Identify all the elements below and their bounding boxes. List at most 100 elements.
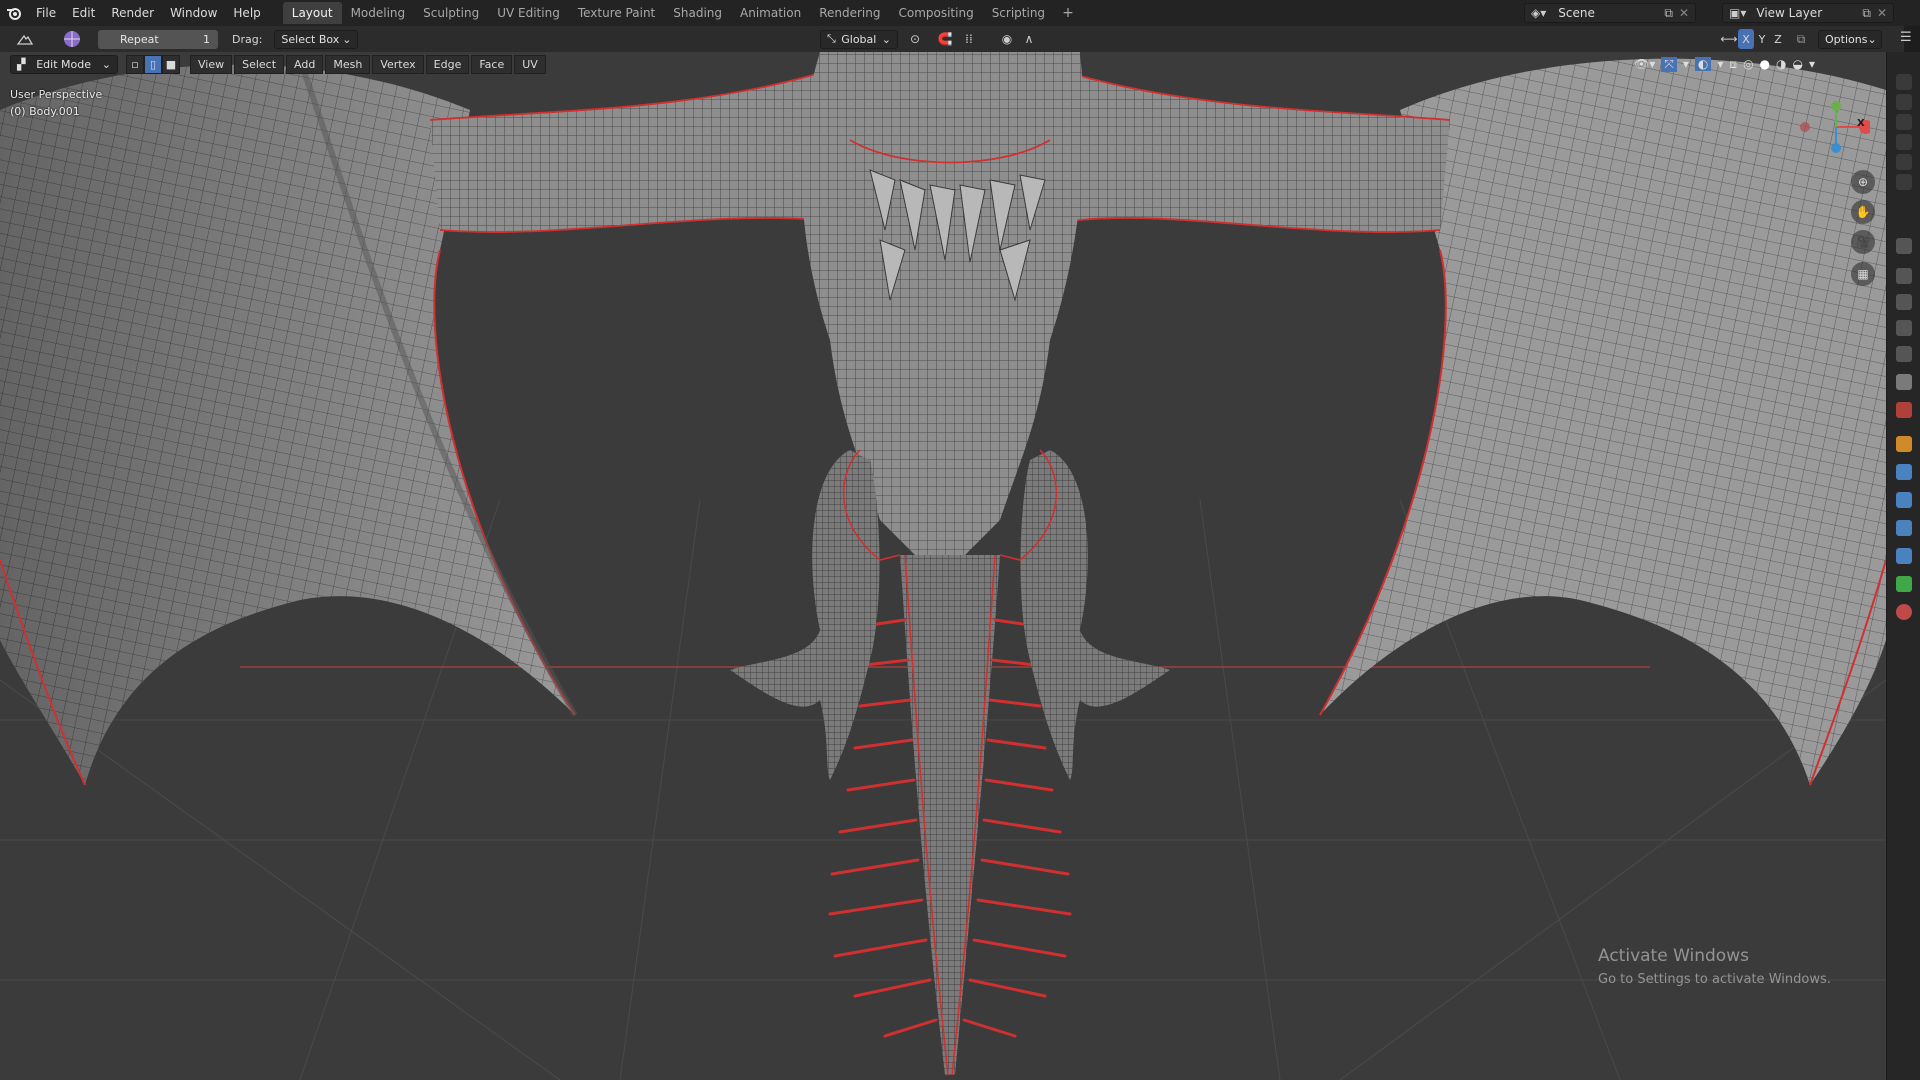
outliner-item-icon[interactable] bbox=[1896, 154, 1912, 170]
orientation-value: Global bbox=[841, 32, 877, 46]
tab-compositing[interactable]: Compositing bbox=[889, 2, 982, 24]
material-shading-icon[interactable]: ◑ bbox=[1776, 57, 1786, 71]
pan-icon[interactable]: ✋ bbox=[1851, 200, 1875, 224]
overlay-icon[interactable]: ◐ bbox=[1694, 57, 1712, 71]
menu-help[interactable]: Help bbox=[225, 0, 268, 26]
axis-x-toggle[interactable]: X bbox=[1738, 29, 1754, 49]
scene-properties-icon[interactable] bbox=[1896, 374, 1912, 390]
outliner-item-icon[interactable] bbox=[1896, 174, 1912, 190]
data-properties-icon[interactable] bbox=[1896, 576, 1912, 592]
outliner-item-icon[interactable] bbox=[1896, 94, 1912, 110]
topology-mirror-icon[interactable]: ⧉ bbox=[1790, 29, 1812, 49]
axis-x-label: X bbox=[1742, 32, 1750, 46]
blender-logo-icon[interactable] bbox=[0, 0, 28, 26]
output-properties-icon[interactable] bbox=[1896, 320, 1912, 336]
vertex-select-icon[interactable]: ▫ bbox=[126, 54, 144, 74]
menu-edge[interactable]: Edge bbox=[425, 54, 470, 74]
top-menu-bar: File Edit Render Window Help Layout Mode… bbox=[0, 0, 1920, 26]
tab-modeling[interactable]: Modeling bbox=[342, 2, 415, 24]
options-dropdown[interactable]: Options ⌄ bbox=[1818, 29, 1882, 49]
particles-properties-icon[interactable] bbox=[1896, 492, 1912, 508]
menu-view[interactable]: View bbox=[190, 54, 233, 74]
xray-icon[interactable]: ⧈ bbox=[1729, 57, 1737, 72]
menu-file[interactable]: File bbox=[28, 0, 64, 26]
menu-window[interactable]: Window bbox=[162, 0, 225, 26]
menu-face[interactable]: Face bbox=[471, 54, 513, 74]
constraints-properties-icon[interactable] bbox=[1896, 548, 1912, 564]
menu-render[interactable]: Render bbox=[103, 0, 162, 26]
view-layer-properties-icon[interactable] bbox=[1896, 346, 1912, 362]
navigation-gizmo[interactable]: X bbox=[1790, 96, 1873, 156]
dragon-mesh-render bbox=[0, 52, 1886, 1080]
shading-options-icon[interactable]: ▾ bbox=[1809, 57, 1815, 71]
3d-viewport[interactable] bbox=[0, 52, 1886, 1080]
modifier-properties-icon[interactable] bbox=[1896, 464, 1912, 480]
visibility-icon[interactable]: 👁▾ bbox=[1634, 57, 1655, 71]
tab-sculpting[interactable]: Sculpting bbox=[414, 2, 488, 24]
falloff-icon[interactable]: ∧ bbox=[1018, 29, 1040, 49]
tool-settings-bar: Repeat 1 Drag: Select Box ⌄ ⤡ Global ⌄ ⊙… bbox=[0, 26, 1904, 52]
remove-view-layer-icon[interactable]: ✕ bbox=[1877, 6, 1887, 20]
view-layer-name: View Layer bbox=[1756, 6, 1823, 20]
scene-selector[interactable]: ◈▾ Scene ⧉ ✕ bbox=[1524, 3, 1696, 23]
world-properties-icon[interactable] bbox=[1896, 402, 1912, 418]
mirror-icon[interactable]: ⟷ bbox=[1718, 29, 1740, 49]
edge-select-icon[interactable]: ▯ bbox=[144, 54, 162, 74]
tab-shading[interactable]: Shading bbox=[664, 2, 731, 24]
tab-layout[interactable]: Layout bbox=[282, 2, 342, 24]
menu-mesh[interactable]: Mesh bbox=[325, 54, 371, 74]
tab-animation[interactable]: Animation bbox=[731, 2, 810, 24]
axis-z-toggle[interactable]: Z bbox=[1770, 29, 1786, 49]
drag-select-dropdown[interactable]: Select Box ⌄ bbox=[274, 29, 359, 49]
rendered-shading-icon[interactable]: ◒ bbox=[1793, 57, 1803, 71]
menu-uv[interactable]: UV bbox=[514, 54, 546, 74]
menu-add[interactable]: Add bbox=[286, 54, 324, 74]
remove-scene-icon[interactable]: ✕ bbox=[1679, 6, 1689, 20]
activate-windows-subtitle: Go to Settings to activate Windows. bbox=[1598, 972, 1831, 987]
snap-target-icon[interactable]: ⁞⁞ bbox=[958, 29, 980, 49]
tab-uv-editing[interactable]: UV Editing bbox=[488, 2, 569, 24]
zoom-icon[interactable]: ⊕ bbox=[1851, 170, 1875, 194]
transform-orientation-dropdown[interactable]: ⤡ Global ⌄ bbox=[820, 29, 898, 49]
wrench-tool-icon[interactable] bbox=[1896, 268, 1912, 284]
chevron-down-icon: ▾ bbox=[1682, 57, 1689, 71]
outliner-item-icon[interactable] bbox=[1896, 74, 1912, 90]
solid-shading-icon[interactable]: ● bbox=[1760, 57, 1770, 71]
tab-texture-paint[interactable]: Texture Paint bbox=[569, 2, 664, 24]
new-scene-icon[interactable]: ⧉ bbox=[1664, 6, 1673, 21]
wireframe-shading-icon[interactable]: ◎ bbox=[1743, 57, 1753, 71]
chevron-down-icon: ⌄ bbox=[342, 32, 352, 46]
tab-scripting[interactable]: Scripting bbox=[983, 2, 1054, 24]
outliner-item-icon[interactable] bbox=[1896, 114, 1912, 130]
face-select-icon[interactable]: ■ bbox=[162, 54, 180, 74]
drag-value: Select Box bbox=[281, 32, 340, 46]
proportional-icon[interactable]: ◉ bbox=[996, 29, 1018, 49]
physics-properties-icon[interactable] bbox=[1896, 520, 1912, 536]
mode-dropdown[interactable]: ▞ Edit Mode ⌄ bbox=[10, 54, 118, 74]
axis-y-toggle[interactable]: Y bbox=[1754, 29, 1770, 49]
snap-icon[interactable]: 🧲 bbox=[934, 29, 956, 49]
outliner-toggle-icon[interactable]: ☰ bbox=[1900, 30, 1912, 45]
outliner-item-icon[interactable] bbox=[1896, 134, 1912, 150]
tool-properties-icon[interactable] bbox=[1896, 238, 1912, 254]
material-properties-icon[interactable] bbox=[1896, 604, 1912, 620]
viewport-header: ▞ Edit Mode ⌄ ▫ ▯ ■ View Select Add Mesh… bbox=[0, 52, 1886, 76]
tab-rendering[interactable]: Rendering bbox=[810, 2, 889, 24]
menu-select[interactable]: Select bbox=[234, 54, 285, 74]
gizmo-icon[interactable]: ⤧ bbox=[1661, 56, 1677, 72]
camera-icon[interactable]: 🎥 bbox=[1851, 230, 1875, 254]
add-workspace-button[interactable]: + bbox=[1054, 2, 1082, 24]
grid-icon[interactable]: ▦ bbox=[1851, 262, 1875, 286]
object-properties-icon[interactable] bbox=[1896, 436, 1912, 452]
view-layer-selector[interactable]: ▣▾ View Layer ⧉ ✕ bbox=[1722, 3, 1894, 23]
render-properties-icon[interactable] bbox=[1896, 294, 1912, 310]
repeat-field[interactable]: Repeat 1 bbox=[98, 29, 218, 49]
select-mode-group: ▫ ▯ ■ bbox=[126, 54, 180, 74]
menu-vertex[interactable]: Vertex bbox=[372, 54, 424, 74]
pivot-icon[interactable]: ⊙ bbox=[904, 29, 926, 49]
sphere-icon[interactable] bbox=[60, 29, 84, 49]
axis-z-label: Z bbox=[1774, 32, 1782, 46]
menu-edit[interactable]: Edit bbox=[64, 0, 103, 26]
new-view-layer-icon[interactable]: ⧉ bbox=[1862, 6, 1871, 21]
editor-type-icon[interactable] bbox=[10, 29, 40, 49]
